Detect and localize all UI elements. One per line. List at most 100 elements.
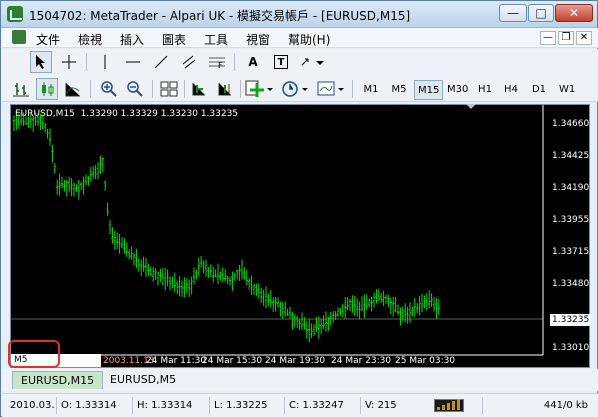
chart-shift-button[interactable] <box>188 78 210 100</box>
toolbar-divider <box>352 80 353 98</box>
trendline-icon <box>154 55 168 69</box>
indicators-dropdown-button[interactable] <box>244 78 274 100</box>
toolbar-divider <box>184 80 185 98</box>
window-title: 1504702: MetaTrader - Alpari UK - 模擬交易帳戶… <box>29 9 411 23</box>
mdi-close-button[interactable]: ✕ <box>576 31 592 45</box>
trendline-button[interactable] <box>150 51 172 73</box>
price-label: 1.34425 <box>552 151 590 161</box>
timeframe-w1[interactable]: W1 <box>556 80 578 100</box>
arrows-icon <box>301 58 324 66</box>
toolbar-divider <box>152 80 153 98</box>
fibonacci-button[interactable]: F <box>206 51 228 73</box>
text-label-button[interactable]: T <box>270 51 292 73</box>
menu-help[interactable]: 幫助(H) <box>288 31 330 48</box>
text-label-icon: T <box>274 55 288 69</box>
svg-text:F: F <box>218 61 223 69</box>
chart-toolbar: M1 M5 M15 M30 H1 H4 D1 W1 <box>2 76 598 102</box>
zoom-out-icon <box>127 81 143 97</box>
periodicity-dropdown-button[interactable] <box>280 78 310 100</box>
menu-view[interactable]: 檢視 <box>78 31 102 48</box>
bar-chart-icon <box>13 83 29 97</box>
timeframe-m30[interactable]: M30 <box>444 80 471 100</box>
drawing-toolbar: F A T <box>2 49 598 75</box>
cursor-tool-button[interactable] <box>30 51 52 73</box>
toolbar-divider <box>90 80 91 98</box>
status-high: H: 1.33314 <box>132 397 192 414</box>
timeframe-d1[interactable]: D1 <box>528 80 550 100</box>
time-label: 25 Mar 03:30 <box>395 356 456 366</box>
crosshair-tool-button[interactable] <box>58 51 80 73</box>
horizontal-line-button[interactable] <box>122 51 144 73</box>
menu-charts[interactable]: 圖表 <box>162 31 186 48</box>
tab-eurusd-m5[interactable]: EURUSD,M5 <box>102 371 184 389</box>
toolbar-divider <box>86 53 87 71</box>
clock-icon <box>282 81 308 97</box>
menu-file[interactable]: 文件 <box>36 31 60 48</box>
chart-window-icon[interactable] <box>12 30 26 44</box>
timeframe-m15[interactable]: M15 <box>414 80 444 100</box>
status-volume: V: 215 <box>360 397 397 414</box>
bars-group <box>12 111 440 343</box>
zoom-in-button[interactable] <box>98 78 120 100</box>
price-label: 1.33715 <box>552 247 590 257</box>
templates-dropdown-button[interactable] <box>316 78 346 100</box>
chart-shift-icon <box>192 83 205 96</box>
metatrader-app-icon <box>7 6 23 22</box>
status-low: L: 1.33225 <box>209 397 267 414</box>
vertical-line-button[interactable] <box>94 51 116 73</box>
auto-scroll-icon <box>218 83 231 96</box>
tab-eurusd-m15[interactable]: EURUSD,M15 <box>12 371 104 389</box>
mdi-minimize-button[interactable]: — <box>540 31 556 45</box>
bar-chart-button[interactable] <box>10 78 32 100</box>
text-tool-button[interactable]: A <box>242 51 264 73</box>
menu-tools[interactable]: 工具 <box>204 31 228 48</box>
status-bar: 2010.03. O: 1.33314 H: 1.33314 L: 1.3322… <box>2 393 598 417</box>
menu-window[interactable]: 視窗 <box>246 31 270 48</box>
channel-icon <box>182 55 196 69</box>
maximize-button[interactable]: □ <box>528 4 554 22</box>
status-date: 2010.03. <box>10 400 55 411</box>
status-open: O: 1.33314 <box>56 397 117 414</box>
mdi-restore-button[interactable]: ❐ <box>558 31 574 45</box>
timeframe-h4[interactable]: H4 <box>500 80 522 100</box>
status-close: C: 1.33247 <box>284 397 344 414</box>
price-label: 1.33480 <box>552 279 590 289</box>
vertical-line-icon <box>104 55 106 69</box>
arrow-cursor-icon <box>36 55 45 69</box>
candlestick-plot <box>11 105 544 356</box>
price-label: 1.33955 <box>552 215 590 225</box>
connection-status-icon[interactable] <box>434 399 464 412</box>
status-traffic: 441/0 kb <box>482 397 592 414</box>
close-button[interactable]: ✕ <box>555 4 593 22</box>
tile-windows-button[interactable] <box>158 78 180 100</box>
zoom-out-button[interactable] <box>124 78 146 100</box>
price-chart[interactable]: EURUSD,M15 1.33290 1.33329 1.33230 1.332… <box>8 104 592 368</box>
auto-scroll-button[interactable] <box>214 78 236 100</box>
line-chart-button[interactable] <box>62 78 84 100</box>
line-chart-icon <box>65 83 80 97</box>
timeframe-h1[interactable]: H1 <box>474 80 496 100</box>
highlight-annotation <box>8 340 60 368</box>
price-label: 1.33010 <box>552 343 590 353</box>
template-icon <box>317 81 344 96</box>
menu-insert[interactable]: 插入 <box>120 31 144 48</box>
equidistant-channel-button[interactable] <box>178 51 200 73</box>
arrows-dropdown-button[interactable] <box>298 51 326 73</box>
minimize-button[interactable]: — <box>499 4 527 22</box>
toolbar-divider <box>234 53 235 71</box>
timeframe-m1[interactable]: M1 <box>360 80 382 100</box>
time-label: 24 Mar 19:30 <box>265 356 326 366</box>
app-window: 1504702: MetaTrader - Alpari UK - 模擬交易帳戶… <box>0 0 598 417</box>
current-price-tag: 1.33235 <box>550 314 592 326</box>
candlestick-icon <box>42 82 54 96</box>
timeframe-m5[interactable]: M5 <box>388 80 410 100</box>
time-label: 24 Mar 15:30 <box>202 356 263 366</box>
candlestick-chart-button[interactable] <box>36 78 58 100</box>
title-bar[interactable]: 1504702: MetaTrader - Alpari UK - 模擬交易帳戶… <box>1 1 597 28</box>
time-label: 24 Mar 23:30 <box>331 356 392 366</box>
toolbar-divider <box>240 80 241 98</box>
add-indicator-icon <box>245 80 273 97</box>
price-label: 1.34190 <box>552 183 590 193</box>
fibonacci-icon: F <box>209 57 225 69</box>
time-label: 24 Mar 11:30 <box>146 356 207 366</box>
